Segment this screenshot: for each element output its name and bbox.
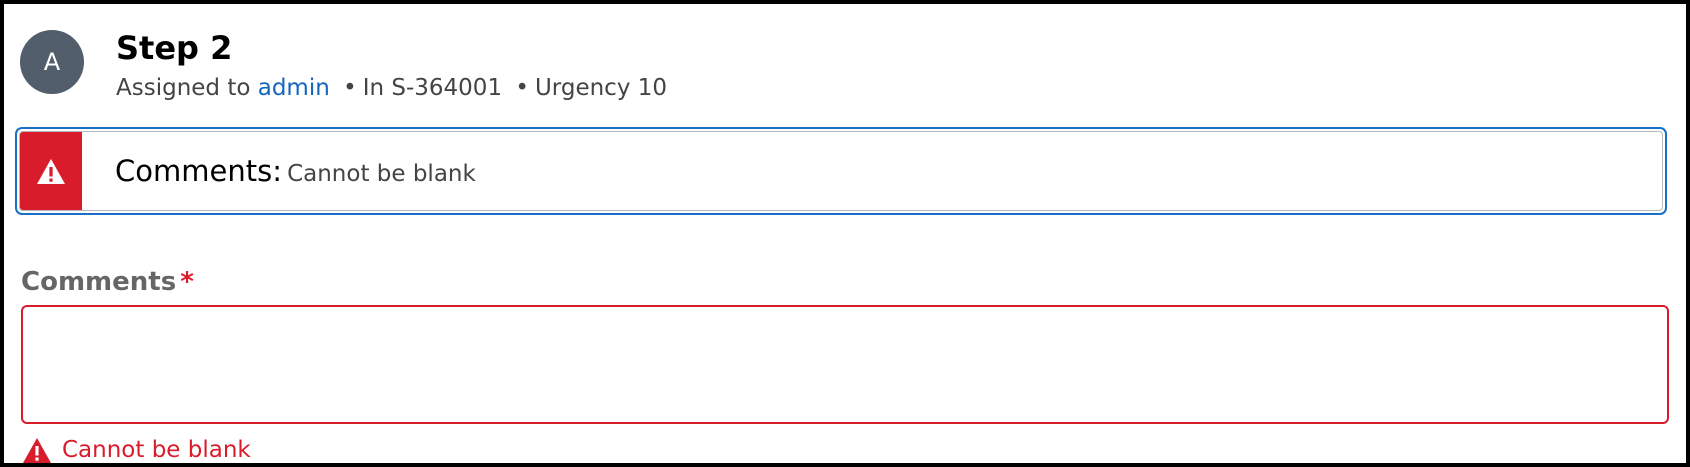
error-banner-body: Comments: Cannot be blank — [19, 131, 1663, 211]
required-marker: * — [180, 267, 194, 297]
assignee-link[interactable]: admin — [258, 75, 330, 101]
avatar: A — [20, 30, 84, 94]
error-banner-message: Cannot be blank — [287, 161, 476, 187]
comments-error-text: Cannot be blank — [62, 437, 251, 463]
meta-separator: • — [343, 75, 357, 101]
error-banner-icon-box — [20, 132, 82, 210]
comments-textarea[interactable] — [21, 305, 1669, 424]
meta-separator: • — [515, 75, 529, 101]
assigned-prefix: Assigned to — [116, 75, 251, 101]
assignment-meta: Assigned to admin • In S-364001 • Urgency … — [116, 72, 667, 104]
case-reference: In S-364001 — [362, 75, 503, 101]
comments-label: Comments * — [21, 266, 194, 298]
comments-error: Cannot be blank — [22, 433, 251, 463]
warning-triangle-icon — [37, 158, 65, 184]
assignment-panel: A Step 2 Assigned to admin • In S-364001 … — [4, 4, 1686, 463]
error-banner-field: Comments: — [115, 154, 282, 188]
avatar-initial: A — [43, 48, 61, 76]
urgency-value: Urgency 10 — [534, 75, 668, 101]
page-title: Step 2 — [116, 29, 233, 67]
comments-label-text: Comments — [21, 267, 177, 297]
error-banner[interactable]: Comments: Cannot be blank — [15, 127, 1667, 215]
warning-triangle-icon — [23, 437, 51, 463]
error-banner-text: Comments: Cannot be blank — [115, 154, 476, 188]
